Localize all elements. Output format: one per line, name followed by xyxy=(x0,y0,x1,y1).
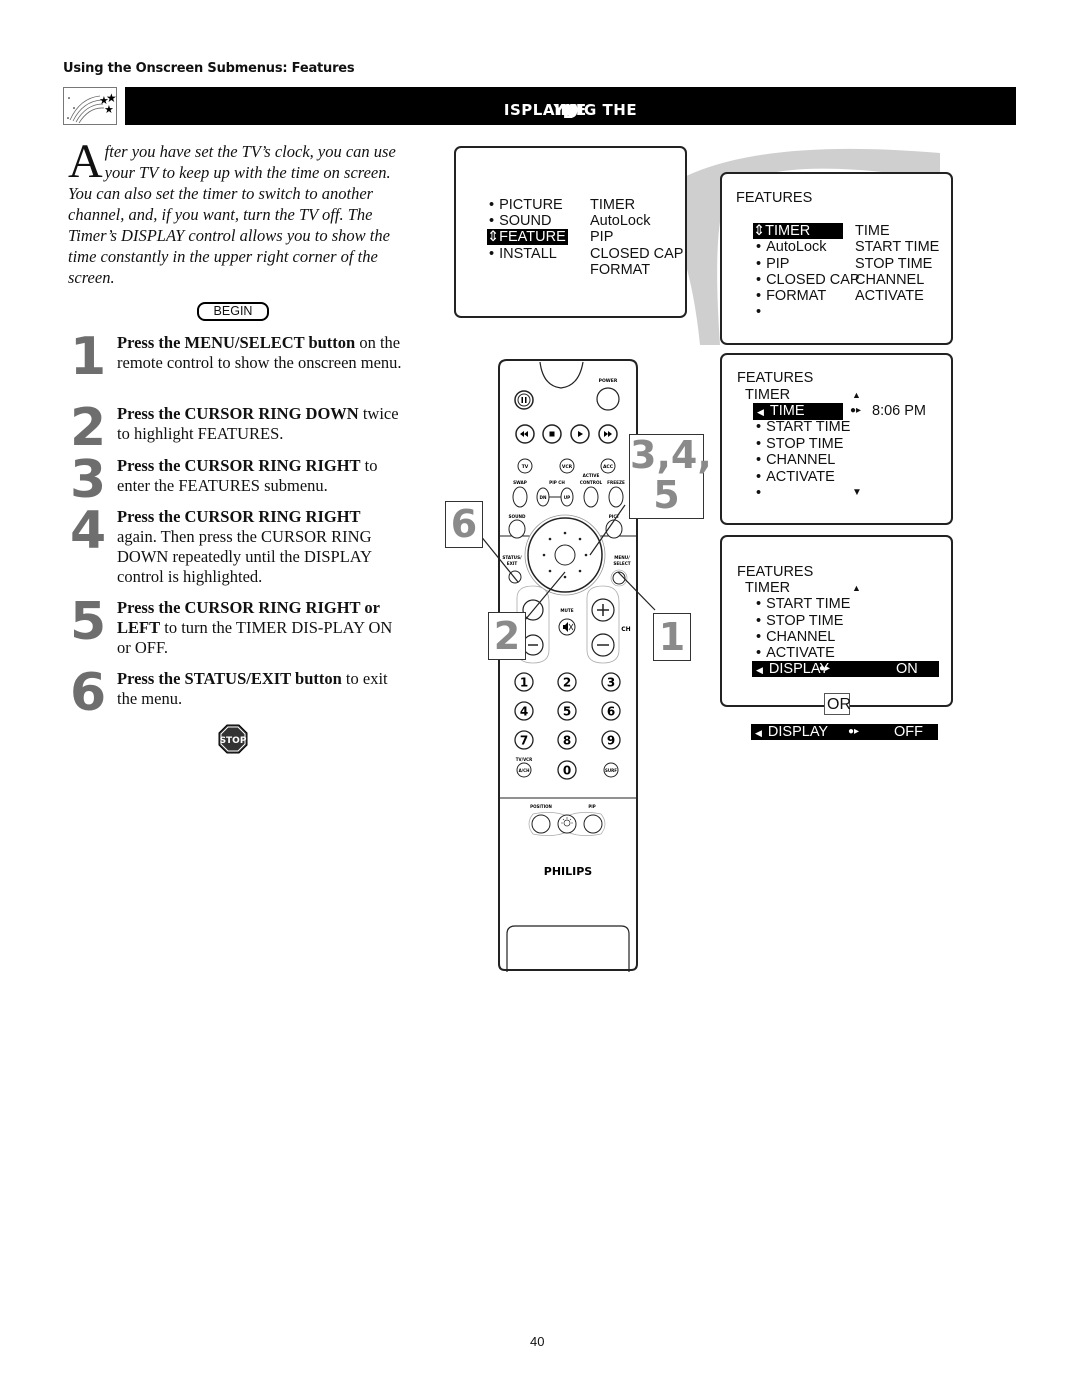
or-label: OR xyxy=(824,693,851,715)
light-button[interactable] xyxy=(557,814,577,834)
scroll-down-arrow-icon[interactable]: ▼ xyxy=(852,485,862,501)
menu-item-feature-selected[interactable]: ⇕FEATURE xyxy=(487,229,568,245)
menu-item-stop-time[interactable]: STOP TIME xyxy=(756,436,843,452)
menu-item-start-time[interactable]: START TIME xyxy=(756,596,850,612)
time-value: 8:06 PM xyxy=(872,403,926,419)
power-label: POWER xyxy=(599,378,618,384)
menu-item-autolock[interactable]: AutoLock xyxy=(756,239,826,255)
power-button[interactable] xyxy=(596,387,620,411)
menu-item-install[interactable]: INSTALL xyxy=(489,246,557,262)
pip-button[interactable] xyxy=(583,814,603,834)
submenu-preview-time: TIME xyxy=(855,223,890,239)
menu-item-start-time[interactable]: START TIME xyxy=(756,419,850,435)
display-off-bar[interactable]: ◀ DISPLAY ●▸ OFF xyxy=(751,724,938,740)
submenu-preview-closed-cap: CLOSED CAP xyxy=(590,246,684,262)
callout-steps-3-4-5: 3,4, 5 xyxy=(629,433,712,519)
pause-button[interactable] xyxy=(514,390,534,410)
digit-label: 8 xyxy=(563,734,571,748)
updown-arrow-icon: ⇕ xyxy=(753,223,766,239)
main-menu-screen: PICTURE SOUND ⇕FEATURE INSTALL TIMER Aut… xyxy=(454,146,687,318)
menu-title: FEATURES xyxy=(736,190,813,206)
features-menu-screen: FEATURES ⇕TIMER AutoLock PIP CLOSED CAP … xyxy=(720,172,953,345)
menu-item-sound[interactable]: SOUND xyxy=(489,213,551,229)
submenu-preview-activate: ACTIVATE xyxy=(855,288,924,304)
submenu-preview-channel: CHANNEL xyxy=(855,272,925,288)
menu-item-closed-cap[interactable]: CLOSED CAP xyxy=(756,272,859,288)
submenu-preview-start-time: START TIME xyxy=(855,239,940,255)
menu-item-channel[interactable]: CHANNEL xyxy=(756,452,835,468)
digit-label: 9 xyxy=(607,734,615,748)
digit-label: 7 xyxy=(520,734,528,748)
menu-subtitle: TIMER xyxy=(745,387,791,403)
digit-label: 4 xyxy=(520,705,528,719)
submenu-preview-format: FORMAT xyxy=(590,262,651,278)
menu-item-pip[interactable]: PIP xyxy=(756,256,789,272)
svg-text:★: ★ xyxy=(104,104,114,116)
left-arrow-icon: ◀ xyxy=(756,665,763,675)
menu-item-empty xyxy=(756,304,766,320)
timer-menu-screen: FEATURES TIMER ▲ ◀TIME ●▸ 8:06 PM START … xyxy=(720,353,953,525)
section-label: Using the Onscreen Submenus: Features xyxy=(63,61,355,76)
philips-logo: PHILIPS xyxy=(544,865,593,878)
submenu-preview-pip: PIP xyxy=(590,229,614,245)
scroll-up-arrow-icon[interactable]: ▲ xyxy=(852,580,861,596)
ach-label: A/CH xyxy=(519,768,530,773)
menu-title: FEATURES xyxy=(737,370,814,386)
display-value-off: OFF xyxy=(894,724,923,740)
display-value-on: ON xyxy=(896,661,918,677)
menu-item-activate[interactable]: ACTIVATE xyxy=(756,469,835,485)
left-arrow-icon: ◀ xyxy=(755,728,762,738)
updown-arrow-icon: ⇕ xyxy=(487,229,500,245)
digit-label: 6 xyxy=(607,705,615,719)
begin-badge: BEGIN xyxy=(197,302,269,321)
stop-sign-icon: STOP xyxy=(218,724,248,754)
left-right-arrow-icon: ●▸ xyxy=(848,726,860,737)
submenu-preview-autolock: AutoLock xyxy=(590,213,651,229)
callout-step-2: 2 xyxy=(488,612,526,660)
callout-step-1: 1 xyxy=(653,613,691,661)
menu-item-empty xyxy=(756,485,766,501)
position-button[interactable] xyxy=(531,814,551,834)
menu-item-time-selected[interactable]: ◀ TIME xyxy=(753,403,843,420)
digit-label: 5 xyxy=(563,705,571,719)
page-title: D ISPLAYING THE T IME xyxy=(125,87,1016,125)
menu-item-display-on-selected[interactable]: ◀ DISPLAY ●▸ ON xyxy=(752,661,939,677)
pip-label: PIP xyxy=(588,804,595,809)
digit-label: 0 xyxy=(563,764,571,778)
scroll-up-arrow-icon[interactable]: ▲ xyxy=(852,387,861,403)
svg-text:★: ★ xyxy=(106,91,116,105)
display-menu-screen: FEATURES TIMER ▲ START TIME STOP TIME CH… xyxy=(720,535,953,707)
stop-label: STOP xyxy=(220,736,247,746)
submenu-preview-stop-time: STOP TIME xyxy=(855,256,933,272)
position-label: POSITION xyxy=(530,804,552,809)
left-arrow-icon: ◀ xyxy=(757,407,764,417)
intro-paragraph: After you have set the TV’s clock, you c… xyxy=(68,135,396,288)
menu-title: FEATURES xyxy=(737,564,814,580)
menu-item-stop-time[interactable]: STOP TIME xyxy=(756,613,843,629)
menu-item-channel[interactable]: CHANNEL xyxy=(756,629,835,645)
tv-vcr-label: TV/VCR xyxy=(516,757,532,762)
left-right-arrow-icon: ●▸ xyxy=(850,405,862,416)
stars-rainbow-icon: ★ ★ ★ xyxy=(63,87,117,125)
menu-item-picture[interactable]: PICTURE xyxy=(489,197,563,213)
menu-item-timer-selected[interactable]: ⇕TIMER xyxy=(753,223,843,239)
page-number: 40 xyxy=(530,1334,545,1349)
menu-item-activate[interactable]: ACTIVATE xyxy=(756,645,835,661)
surf-label: SURF xyxy=(605,768,617,773)
menu-subtitle: TIMER xyxy=(745,580,791,596)
left-right-arrow-icon: ●▸ xyxy=(819,663,831,674)
callout-step-6: 6 xyxy=(445,501,483,548)
menu-item-format[interactable]: FORMAT xyxy=(756,288,826,304)
drop-cap: A xyxy=(68,135,103,188)
submenu-preview-timer: TIMER xyxy=(590,197,636,213)
